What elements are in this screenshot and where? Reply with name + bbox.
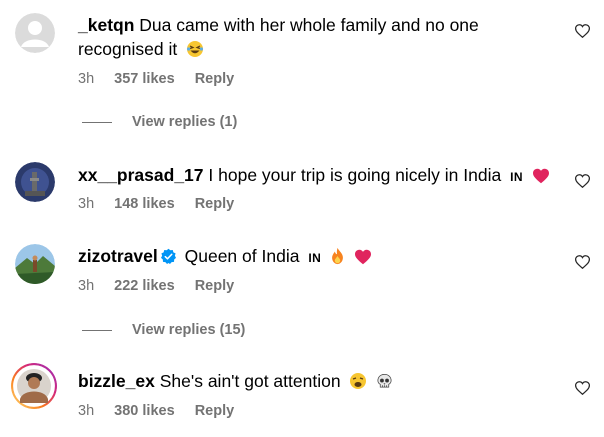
- comment-text: I hope your trip is going nicely in Indi…: [208, 165, 502, 185]
- comment-body: zizotravel Queen of India IN: [78, 244, 568, 271]
- comment-time[interactable]: 3h: [78, 278, 94, 294]
- india-flag-icon: IN: [510, 170, 524, 184]
- like-button[interactable]: [574, 381, 591, 400]
- view-replies-label: View replies (15): [132, 322, 246, 338]
- comment-username[interactable]: zizotravel: [78, 246, 158, 266]
- comment-body: bizzle_ex She's ain't got attention: [78, 369, 568, 396]
- comment-username[interactable]: _ketqn: [78, 15, 134, 35]
- user-avatar-icon: [11, 363, 57, 409]
- comment-time[interactable]: 3h: [78, 196, 94, 212]
- like-button[interactable]: [574, 174, 591, 193]
- reply-button[interactable]: Reply: [195, 196, 235, 212]
- reply-button[interactable]: Reply: [195, 278, 235, 294]
- heart-outline-icon: [574, 255, 591, 270]
- laughing-emoji-icon: [186, 40, 204, 64]
- default-avatar-icon: [15, 13, 55, 53]
- red-heart-emoji-icon: [354, 247, 372, 271]
- like-button[interactable]: [574, 255, 591, 274]
- comment-meta: 3h 380 likes Reply: [78, 403, 250, 419]
- skull-emoji-icon: [376, 372, 393, 396]
- divider: [82, 329, 112, 331]
- heart-outline-icon: [574, 174, 591, 189]
- divider: [82, 121, 112, 123]
- heart-outline-icon: [574, 24, 591, 39]
- comment-meta: 3h 148 likes Reply: [78, 196, 250, 212]
- comment-username[interactable]: bizzle_ex: [78, 371, 155, 391]
- comment-likes[interactable]: 148 likes: [114, 196, 174, 212]
- comment-likes[interactable]: 222 likes: [114, 278, 174, 294]
- comment-meta: 3h 222 likes Reply: [78, 278, 250, 294]
- comment-text: She's ain't got attention: [159, 371, 341, 391]
- comment-meta: 3h 357 likes Reply: [78, 71, 250, 87]
- weary-face-emoji-icon: [349, 372, 367, 396]
- avatar[interactable]: [15, 13, 55, 53]
- comment-body: xx__prasad_17 I hope your trip is going …: [78, 163, 568, 190]
- avatar[interactable]: [15, 244, 55, 284]
- comment-time[interactable]: 3h: [78, 71, 94, 87]
- verified-badge-icon: [160, 247, 177, 271]
- india-flag-icon: IN: [308, 251, 322, 265]
- avatar[interactable]: [15, 162, 55, 202]
- like-button[interactable]: [574, 24, 591, 43]
- user-avatar-icon: [15, 162, 55, 202]
- comment-time[interactable]: 3h: [78, 403, 94, 419]
- view-replies-label: View replies (1): [132, 114, 238, 130]
- comment-text: Dua came with her whole family and no on…: [78, 15, 479, 59]
- fire-emoji-icon: [330, 247, 345, 271]
- comment-likes[interactable]: 380 likes: [114, 403, 174, 419]
- comment-body: _ketqn Dua came with her whole family an…: [78, 13, 568, 64]
- red-heart-emoji-icon: [532, 166, 550, 190]
- view-replies-button[interactable]: View replies (1): [82, 114, 237, 130]
- reply-button[interactable]: Reply: [195, 71, 235, 87]
- comment-text: Queen of India: [184, 246, 300, 266]
- user-avatar-icon: [15, 244, 55, 284]
- avatar-story-ring[interactable]: [11, 363, 57, 409]
- comment-likes[interactable]: 357 likes: [114, 71, 174, 87]
- comment-username[interactable]: xx__prasad_17: [78, 165, 204, 185]
- view-replies-button[interactable]: View replies (15): [82, 322, 245, 338]
- reply-button[interactable]: Reply: [195, 403, 235, 419]
- heart-outline-icon: [574, 381, 591, 396]
